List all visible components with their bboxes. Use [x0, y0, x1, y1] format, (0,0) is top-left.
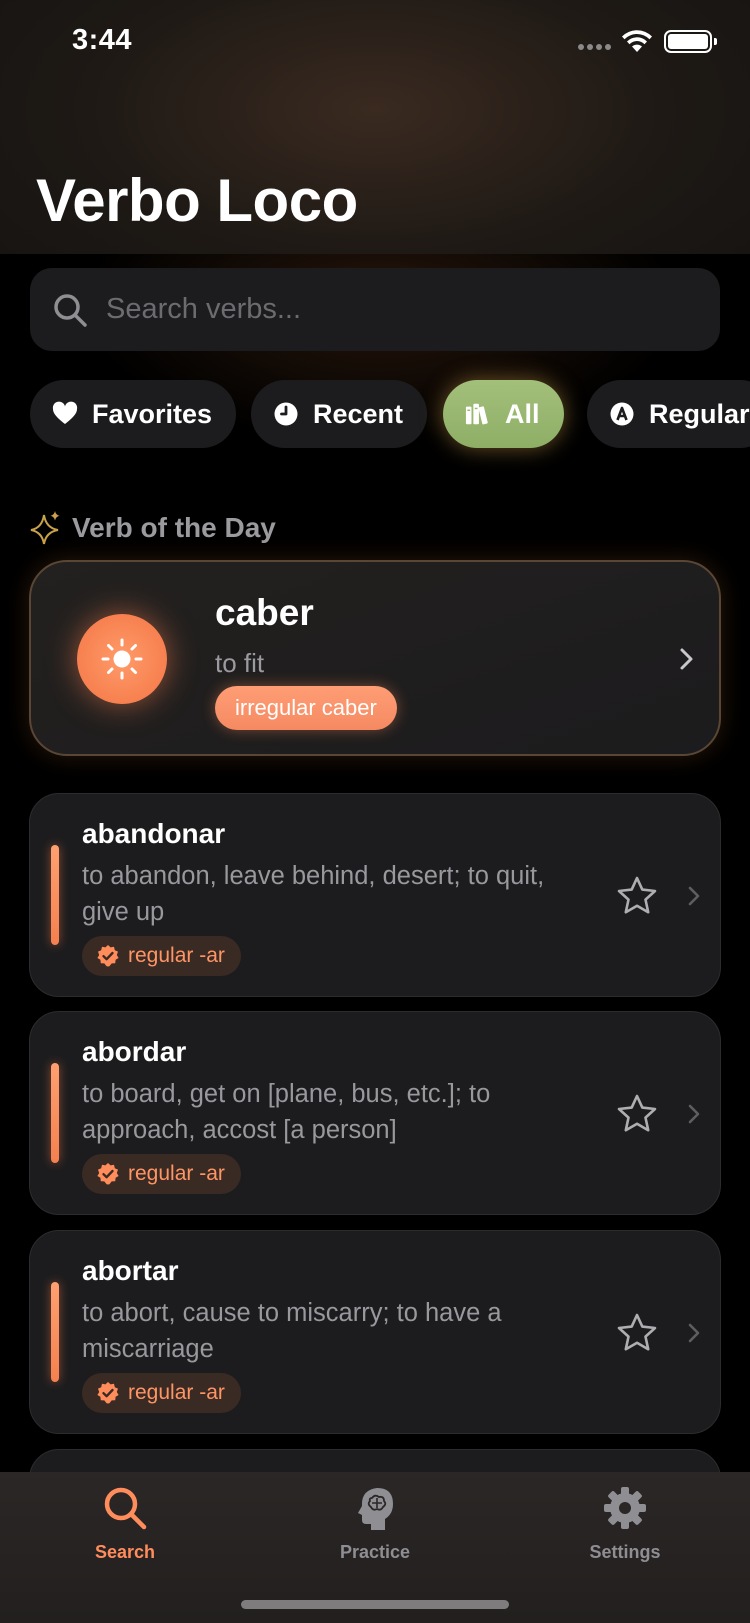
filter-chip-favorites[interactable]: Favorites	[30, 380, 237, 448]
tab-label: Practice	[339, 1542, 411, 1562]
accent-bar	[51, 1063, 59, 1163]
tab-search[interactable]: Search	[45, 1472, 205, 1572]
chevron-right-icon	[688, 1323, 700, 1343]
verb-definition: to abort, cause to miscarry; to have a m…	[82, 1299, 502, 1363]
verb-type-label: regular -ar	[128, 944, 225, 967]
verb-definition: to board, get on [plane, bus, etc.]; to …	[82, 1080, 491, 1144]
page-title: Verbo Loco	[36, 167, 358, 234]
brain-head-icon	[358, 1488, 393, 1530]
verb-type-tag: regular -ar	[82, 1373, 241, 1413]
gear-icon	[604, 1487, 646, 1529]
tab-label: Settings	[589, 1542, 661, 1562]
books-icon	[465, 403, 488, 425]
verb-list-item[interactable]: abandonar to abandon, leave behind, dese…	[29, 793, 721, 997]
verb-name: abortar	[82, 1255, 179, 1286]
status-time: 3:44	[72, 24, 133, 56]
irregular-badge: irregular caber	[215, 686, 397, 730]
star-icon[interactable]	[616, 1093, 658, 1135]
section-title-label: Verb of the Day	[72, 512, 276, 543]
wifi-icon	[622, 30, 652, 52]
verb-type-tag: regular -ar	[82, 936, 241, 976]
accent-bar	[51, 845, 59, 945]
search-icon	[104, 1487, 147, 1530]
filter-chips: Favorites Recent All Regular	[30, 380, 750, 450]
battery-icon	[664, 30, 717, 53]
tab-practice[interactable]: Practice	[295, 1472, 455, 1572]
verb-of-the-day-card[interactable]: caber to fit irregular caber	[29, 560, 721, 756]
filter-chip-label: Favorites	[92, 398, 213, 429]
section-title-verb-of-the-day: Verb of the Day	[30, 508, 276, 548]
tab-settings[interactable]: Settings	[545, 1472, 705, 1572]
chevron-right-icon	[680, 648, 693, 670]
verb-of-the-day-verb: caber	[215, 592, 314, 633]
checkmark-seal-icon	[97, 1382, 119, 1404]
filter-chip-all[interactable]: All	[443, 380, 564, 448]
search-icon	[54, 294, 87, 327]
accent-bar	[51, 1282, 59, 1382]
sun-badge	[77, 614, 167, 704]
filter-chip-recent[interactable]: Recent	[251, 380, 428, 448]
status-bar: 3:44	[0, 0, 750, 84]
search-input[interactable]	[106, 268, 696, 351]
star-icon[interactable]	[616, 875, 658, 917]
letter-a-icon	[610, 402, 634, 426]
verb-of-the-day-meaning: to fit	[215, 648, 265, 678]
sparkle-icon	[30, 511, 60, 545]
home-indicator	[241, 1600, 509, 1609]
verb-definition: to abandon, leave behind, desert; to qui…	[82, 862, 545, 926]
filter-chip-label: Recent	[313, 398, 404, 429]
cellular-signal-icon	[578, 44, 612, 52]
verb-type-label: regular -ar	[128, 1381, 225, 1404]
filter-chip-label: Regular	[649, 398, 750, 429]
verb-list-item[interactable]: abordar to board, get on [plane, bus, et…	[29, 1011, 721, 1215]
heart-icon	[52, 401, 78, 424]
chevron-right-icon	[688, 1104, 700, 1124]
tab-label: Search	[94, 1542, 156, 1562]
verb-list-item[interactable]: abortar to abort, cause to miscarry; to …	[29, 1230, 721, 1434]
checkmark-seal-icon	[97, 1163, 119, 1185]
sun-icon	[101, 638, 143, 680]
verb-name: abandonar	[82, 818, 226, 849]
star-icon[interactable]	[616, 1312, 658, 1354]
chevron-right-icon	[688, 886, 700, 906]
filter-chip-regular[interactable]: Regular	[587, 380, 750, 448]
search-bar[interactable]	[30, 268, 720, 351]
clock-icon	[274, 402, 298, 426]
verb-type-label: regular -ar	[128, 1162, 225, 1185]
verb-type-tag: regular -ar	[82, 1154, 241, 1194]
verb-name: abordar	[82, 1036, 187, 1067]
checkmark-seal-icon	[97, 945, 119, 967]
filter-chip-label: All	[505, 398, 540, 429]
